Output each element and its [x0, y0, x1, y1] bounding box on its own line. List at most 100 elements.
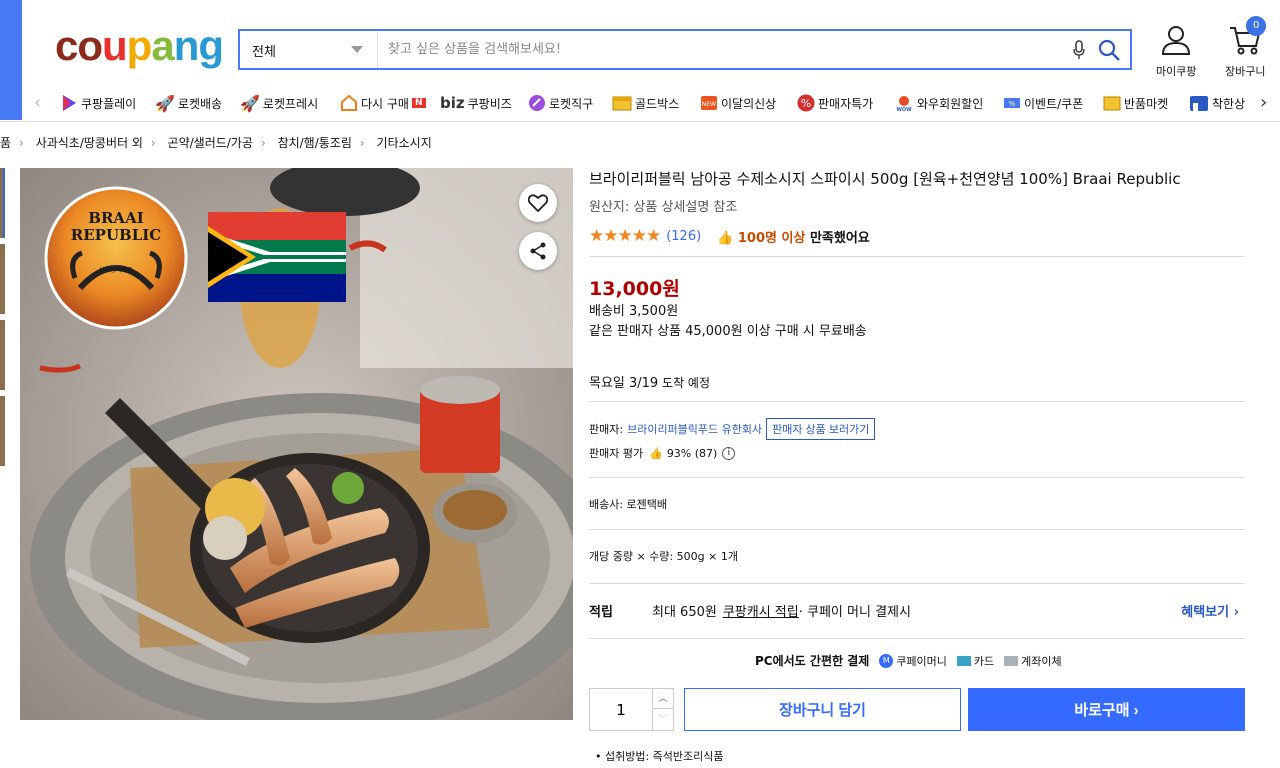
- buy-now-button[interactable]: 바로구매 ›: [968, 688, 1245, 731]
- share-button[interactable]: [519, 232, 557, 270]
- cart-label: 장바구니: [1225, 65, 1266, 78]
- satisfaction-text: 👍 100명 이상 만족했어요: [717, 227, 870, 246]
- arrival-estimate: 목요일 3/19 도착 예정: [589, 372, 710, 391]
- thumbnail[interactable]: [0, 320, 5, 390]
- satisfaction-label: 만족했어요: [805, 230, 870, 246]
- svg-text:%: %: [801, 97, 811, 110]
- review-count-link[interactable]: (126): [666, 229, 701, 244]
- nav-item-return-market[interactable]: 반품마켓: [1103, 90, 1168, 116]
- nav-item-label: 골드박스: [635, 96, 680, 111]
- pay-option-label: 계좌이체: [1021, 654, 1062, 668]
- search-category-label: 전체: [252, 45, 276, 60]
- pay-option-coupay: M 쿠페이머니: [879, 653, 947, 669]
- breadcrumb: 품 › 사과식초/땅콩버터 외 › 곤약/샐러드/가공 › 참치/햄/통조림 › 기타소…: [0, 134, 432, 151]
- nav-item-good-store[interactable]: 착한상: [1189, 90, 1245, 116]
- header-divider: [0, 121, 1280, 122]
- pay-option-label: 카드: [973, 654, 995, 668]
- nav-item-rocket-fresh[interactable]: 🚀 로켓프레시: [240, 90, 318, 116]
- wishlist-button[interactable]: [519, 184, 557, 222]
- svg-text:NEW: NEW: [702, 101, 716, 108]
- breadcrumb-item[interactable]: 곤약/샐러드/가공: [168, 136, 253, 150]
- info-icon[interactable]: i: [722, 446, 736, 460]
- coupon-icon: %: [1004, 98, 1020, 108]
- seller-name-link[interactable]: 브라이리퍼블릭푸드 유한회사: [627, 421, 762, 437]
- coupang-cash-link[interactable]: 쿠팡캐시 적립: [723, 601, 799, 620]
- nav-next-chevron-icon[interactable]: ›: [1260, 92, 1267, 113]
- store-icon: [1190, 96, 1208, 111]
- seller-row: 판매자: 브라이리퍼블릭푸드 유한회사 판매자 상품 보러가기: [589, 418, 876, 440]
- seller-products-button[interactable]: 판매자 상품 보러가기: [766, 418, 876, 440]
- search-input[interactable]: [388, 37, 1048, 62]
- svg-text:%: %: [1009, 100, 1016, 108]
- quantity-input[interactable]: [590, 689, 652, 730]
- cart-count-badge: 0: [1246, 16, 1267, 36]
- nav-item-label: 착한상: [1212, 96, 1246, 111]
- nav-item-coupang-play[interactable]: 쿠팡플레이: [60, 90, 136, 116]
- breadcrumb-item[interactable]: 참치/햄/통조림: [278, 136, 352, 150]
- search-icon[interactable]: [1098, 39, 1122, 61]
- arrival-date: 목요일 3/19: [589, 376, 659, 391]
- share-icon: [530, 242, 546, 260]
- breadcrumb-item[interactable]: 기타소시지: [377, 136, 432, 150]
- divider: [589, 638, 1245, 639]
- carrier: 배송사: 로젠택배: [589, 498, 668, 511]
- thumbs-up-icon: 👍: [717, 230, 734, 246]
- pay-option-card: 카드: [956, 653, 995, 669]
- category-nav: ‹ 쿠팡플레이 🚀 로켓배송 🚀 로켓프레시 다시 구매 N biz 쿠팡비즈 …: [30, 90, 1280, 118]
- nav-item-label: 이달의신상: [721, 96, 777, 111]
- coupay-icon: M: [879, 653, 894, 668]
- nav-item-label: 다시 구매: [361, 96, 409, 111]
- cart-button[interactable]: 0 장바구니: [1225, 16, 1267, 79]
- thumbnail[interactable]: [0, 168, 5, 238]
- nav-item-label: 로켓배송: [177, 96, 223, 111]
- nav-item-coupang-biz[interactable]: biz 쿠팡비즈: [440, 90, 512, 116]
- seller-rating-value: 93% (87): [666, 446, 718, 460]
- nav-item-label: 로켓프레시: [262, 96, 319, 111]
- nav-item-rocket-delivery[interactable]: 🚀 로켓배송: [155, 90, 222, 116]
- rating-row: ★★★★★ (126) 👍 100명 이상 만족했어요: [589, 226, 870, 246]
- nav-item-wow-discount[interactable]: WOW 와우회원할인: [894, 90, 983, 116]
- nav-item-seller-deals[interactable]: % 판매자특가: [797, 90, 873, 116]
- thumbnail[interactable]: [0, 396, 5, 466]
- nav-item-label: 와우회원할인: [917, 96, 984, 111]
- price: 13,000원: [589, 278, 680, 300]
- chevron-down-icon: [351, 46, 363, 53]
- product-image[interactable]: BRAAI REPUBLIC 남아공바베큐: [20, 168, 573, 720]
- thumbnail[interactable]: [0, 244, 5, 314]
- coupang-logo[interactable]: coupang: [55, 24, 224, 68]
- wow-icon: WOW: [896, 96, 912, 112]
- nav-item-rebuy[interactable]: 다시 구매 N: [340, 90, 426, 116]
- nav-item-rocket-global[interactable]: 로켓직구: [528, 90, 593, 116]
- nav-item-monthly-new[interactable]: NEW 이달의신상: [700, 90, 776, 116]
- nav-item-events-coupons[interactable]: % 이벤트/쿠폰: [1003, 90, 1083, 116]
- rocket-icon: 🚀: [155, 93, 175, 113]
- nav-item-label: 쿠팡플레이: [81, 96, 137, 111]
- divider: [589, 477, 1245, 478]
- goldbox-icon: [612, 96, 632, 111]
- biz-logo: biz: [440, 94, 465, 112]
- new-badge: N: [411, 98, 426, 108]
- global-rocket-icon: [529, 95, 545, 111]
- nav-item-goldbox[interactable]: 골드박스: [612, 90, 679, 116]
- breadcrumb-item[interactable]: 품: [0, 136, 11, 150]
- add-to-cart-button[interactable]: 장바구니 담기: [684, 688, 961, 731]
- free-shipping-condition: 같은 판매자 상품 45,000원 이상 구매 시 무료배송: [589, 324, 867, 339]
- benefit-link[interactable]: 혜택보기 ›: [1181, 601, 1239, 620]
- seller-rating-label: 판매자 평가: [589, 447, 644, 460]
- nav-item-label: 쿠팡비즈: [467, 96, 512, 111]
- breadcrumb-item[interactable]: 사과식초/땅콩버터 외: [36, 136, 143, 150]
- nav-prev-chevron-icon[interactable]: ‹: [34, 92, 41, 113]
- my-coupang-button[interactable]: 마이쿠팡: [1156, 24, 1196, 79]
- product-info-panel: 브라이리퍼블릭 남아공 수제소시지 스파이시 500g [원육+천연양념 100…: [589, 168, 1249, 763]
- search-category-select[interactable]: 전체: [240, 31, 378, 68]
- product-title: 브라이리퍼블릭 남아공 수제소시지 스파이시 500g [원육+천연양념 100…: [589, 170, 1181, 188]
- quantity-decrease-chevron-icon[interactable]: ﹀: [652, 710, 673, 730]
- my-coupang-label: 마이쿠팡: [1156, 65, 1197, 78]
- weight-quantity: 개당 중량 × 수량: 500g × 1개: [589, 550, 738, 563]
- nav-item-label: 판매자특가: [818, 96, 874, 111]
- divider: [589, 583, 1245, 584]
- quantity-increase-chevron-icon[interactable]: ︿: [652, 689, 673, 709]
- microphone-icon[interactable]: [1073, 40, 1085, 60]
- thumbs-up-outline-icon: 👍: [649, 446, 663, 460]
- easy-payment-heading: PC에서도 간편한 결제: [755, 654, 870, 668]
